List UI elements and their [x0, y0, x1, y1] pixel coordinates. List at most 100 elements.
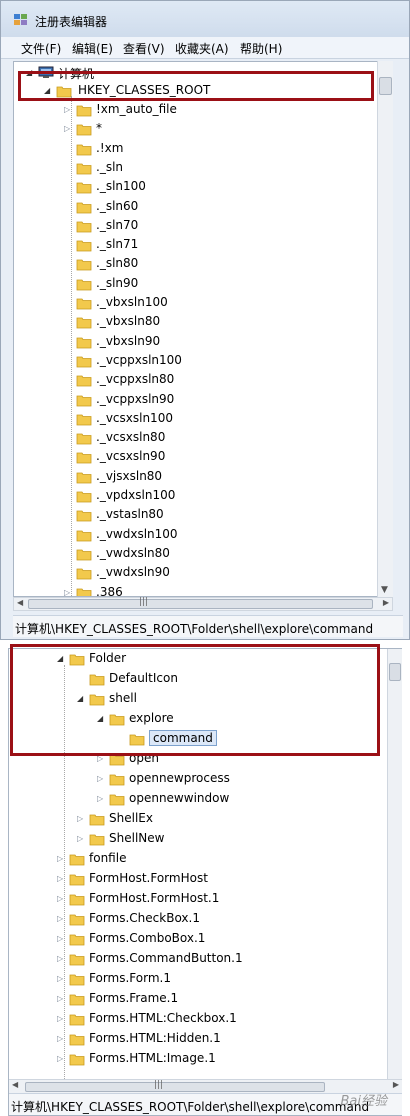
menu-help[interactable]: 帮助(H) [240, 40, 282, 57]
scroll-thumb[interactable]: ||| [25, 1080, 325, 1092]
tree-item-label: ShellNew [109, 831, 165, 845]
tree-item[interactable]: .!xm [64, 140, 392, 159]
tree-item[interactable]: ▷ Forms.HTML:Checkbox.1 [57, 1010, 387, 1029]
tree-item-label: ._vwdxsln80 [96, 545, 170, 560]
tree-item[interactable]: ._sln [64, 159, 392, 178]
tree-item-label: ._vcppxsln80 [96, 372, 175, 387]
tree-item-label: Forms.CommandButton.1 [89, 951, 243, 965]
tree-item[interactable]: ▷ Forms.HTML:Image.1 [57, 1050, 387, 1069]
folder-icon [69, 912, 85, 926]
tree-item[interactable]: ▷ ShellEx [77, 810, 387, 829]
status-bar: 计算机\HKEY_CLASSES_ROOT\Folder\shell\explo… [13, 615, 403, 637]
tree-item[interactable]: ▷ opennewprocess [97, 770, 387, 789]
folder-icon [76, 547, 92, 561]
tree-item[interactable]: ▷ Forms.HTML:Hidden.1 [57, 1030, 387, 1049]
tree-item[interactable]: ._sln71 [64, 236, 392, 255]
tree-item-label: * [96, 121, 102, 136]
tree-item[interactable]: ._vwdxsln100 [64, 526, 392, 545]
tree-item[interactable]: ._vwdxsln80 [64, 545, 392, 564]
folder-icon [76, 393, 92, 407]
folder-icon [76, 180, 92, 194]
scroll-thumb[interactable] [389, 663, 401, 681]
regedit-icon [14, 14, 27, 25]
tree-item[interactable]: ▷ FormHost.FormHost [57, 870, 387, 889]
tree-item[interactable]: ▷ Forms.CommandButton.1 [57, 950, 387, 969]
folder-icon [69, 892, 85, 906]
folder-icon [76, 470, 92, 484]
tree-item-label: Forms.CheckBox.1 [89, 911, 200, 925]
tree-item-label: ._sln70 [96, 217, 139, 232]
folder-icon [69, 932, 85, 946]
tree-item[interactable]: ._vpdxsln100 [64, 487, 392, 506]
tree-item[interactable]: ._vcppxsln100 [64, 352, 392, 371]
tree-item[interactable]: ▷ Forms.ComboBox.1 [57, 930, 387, 949]
scroll-thumb[interactable]: ||| [28, 597, 373, 609]
menu-view[interactable]: 查看(V) [123, 40, 165, 57]
tree-item[interactable]: ._vcppxsln90 [64, 391, 392, 410]
folder-icon [76, 103, 92, 117]
scroll-left-arrow-icon[interactable]: ◀ [17, 598, 23, 607]
tree-item[interactable]: ._vcsxsln90 [64, 448, 392, 467]
tree-item[interactable]: ._vstasln80 [64, 506, 392, 525]
tree-item[interactable]: ._vbxsln80 [64, 313, 392, 332]
window-title: 注册表编辑器 [35, 15, 108, 29]
tree-item[interactable]: ._sln90 [64, 275, 392, 294]
tree-item-label: ._vbxsln100 [96, 295, 168, 309]
tree-item[interactable]: ._sln80 [64, 255, 392, 274]
scroll-right-arrow-icon[interactable]: ▶ [383, 598, 389, 607]
tree-item[interactable]: ._sln100 [64, 178, 392, 197]
tree-item[interactable]: ▷ .386 [64, 584, 392, 596]
tree-item[interactable]: ▷ * [64, 120, 392, 139]
folder-icon [69, 992, 85, 1006]
folder-icon [69, 872, 85, 886]
expand-arrow-icon[interactable]: ▷ [97, 794, 105, 804]
tree-item[interactable]: ._vcsxsln100 [64, 410, 392, 429]
tree-item[interactable]: ._vbxsln100 [64, 294, 392, 313]
tree-item[interactable]: ▷ !xm_auto_file [64, 101, 392, 120]
scroll-left-arrow-icon[interactable]: ◀ [12, 1080, 18, 1089]
expand-arrow-icon[interactable]: ▷ [97, 774, 105, 784]
tree-item[interactable]: ._sln60 [64, 198, 392, 217]
tree-item[interactable]: ._vcppxsln80 [64, 371, 392, 390]
menu-bar: 文件(F) 编辑(E) 查看(V) 收藏夹(A) 帮助(H) [1, 37, 409, 59]
expand-arrow-icon[interactable]: ▷ [77, 834, 85, 844]
tree-item[interactable]: ▷ Forms.Frame.1 [57, 990, 387, 1009]
grip-icon: ||| [154, 1080, 164, 1090]
tree-item[interactable]: ▷ ShellNew [77, 830, 387, 849]
tree-item[interactable]: ▷ Forms.CheckBox.1 [57, 910, 387, 929]
vertical-scrollbar[interactable] [387, 649, 402, 1079]
tree-item[interactable]: ▷ Forms.Form.1 [57, 970, 387, 989]
tree-item[interactable]: ▷ opennewwindow [97, 790, 387, 809]
tree-item[interactable]: ._sln70 [64, 217, 392, 236]
folder-icon [76, 161, 92, 175]
expand-arrow-icon[interactable]: ▷ [77, 814, 85, 824]
menu-file[interactable]: 文件(F) [21, 40, 61, 57]
folder-icon [76, 566, 92, 580]
registry-tree-top[interactable]: ◢ 计算机 ◢ HKEY_CLASSES_ROOT ▷ !xm_auto_file… [13, 61, 393, 597]
tree-item[interactable]: ._vwdxsln90 [64, 564, 392, 583]
scroll-thumb[interactable] [379, 77, 392, 95]
tree-item-label: Forms.HTML:Hidden.1 [89, 1031, 221, 1045]
menu-favorites[interactable]: 收藏夹(A) [175, 40, 229, 57]
tree-item-label: FormHost.FormHost.1 [89, 891, 220, 905]
tree-item[interactable]: ._vcsxsln80 [64, 429, 392, 448]
tree-item-label: ._vcppxsln90 [96, 391, 175, 406]
tree-item[interactable]: ._vjsxsln80 [64, 468, 392, 487]
tree-item-label: ._vcsxsln80 [96, 430, 166, 445]
tree-item[interactable]: ▷ fonfile [57, 850, 387, 869]
tree-item[interactable]: ▷ FormHost.FormHost.1 [57, 890, 387, 909]
tree-item[interactable]: ._vbxsln90 [64, 333, 392, 352]
menu-edit[interactable]: 编辑(E) [72, 40, 113, 57]
folder-icon [76, 412, 92, 426]
scroll-right-arrow-icon[interactable]: ▶ [393, 1080, 399, 1089]
tree-item-label: ._vpdxsln100 [96, 488, 176, 502]
tree-guide-line [71, 96, 72, 596]
folder-icon [76, 277, 92, 291]
vertical-scrollbar[interactable]: ▼ [377, 61, 393, 597]
tree-item-label: ._sln90 [96, 275, 139, 290]
folder-icon [76, 142, 92, 156]
horizontal-scrollbar[interactable]: ◀ ||| ▶ [13, 597, 393, 611]
folder-icon [69, 852, 85, 866]
tree-item-label: !xm_auto_file [96, 102, 177, 116]
scroll-down-arrow-icon[interactable]: ▼ [381, 585, 388, 595]
